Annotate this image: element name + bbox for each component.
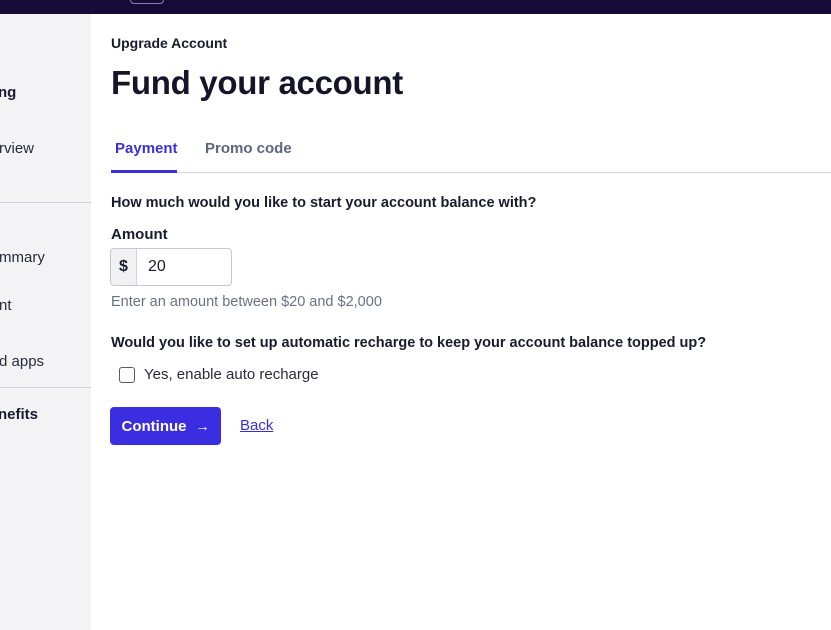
continue-button[interactable]: Continue → (110, 407, 221, 445)
tab-promo-code-label: Promo code (205, 140, 292, 157)
recharge-question: Would you like to set up automatic recha… (111, 335, 707, 351)
page-eyebrow: Upgrade Account (111, 35, 228, 51)
topbar-button[interactable] (130, 0, 164, 4)
arrow-right-icon: → (195, 418, 210, 434)
sidebar-divider (0, 387, 91, 388)
sidebar-item-overview[interactable]: rview (0, 140, 34, 157)
tab-payment[interactable]: Payment (115, 140, 178, 167)
tab-promo-code[interactable]: Promo code (205, 140, 292, 167)
amount-input-group: $ (110, 248, 232, 286)
page-title: Fund your account (111, 64, 403, 101)
sidebar-item-account[interactable]: nt (0, 297, 12, 314)
sidebar-item-benefits[interactable]: nefits (0, 406, 38, 423)
amount-label: Amount (111, 226, 168, 243)
sidebar-item-apps[interactable]: d apps (0, 353, 44, 370)
auto-recharge-row[interactable]: Yes, enable auto recharge (119, 366, 319, 383)
auto-recharge-checkbox[interactable] (119, 366, 135, 383)
continue-button-label: Continue (121, 417, 187, 435)
sidebar: ng rview mmary nt d apps nefits (0, 14, 91, 630)
auto-recharge-label[interactable]: Yes, enable auto recharge (144, 366, 319, 383)
sidebar-item-billing[interactable]: ng (0, 84, 16, 101)
back-link[interactable]: Back (240, 417, 273, 434)
currency-prefix: $ (111, 249, 137, 285)
active-tab-indicator (111, 170, 177, 173)
amount-hint: Enter an amount between $20 and $2,000 (111, 294, 382, 310)
amount-question: How much would you like to start your ac… (111, 195, 537, 211)
sidebar-item-summary[interactable]: mmary (0, 249, 45, 266)
tab-bar: Payment Promo code (111, 134, 831, 173)
top-navigation-bar (0, 0, 831, 14)
tab-payment-label: Payment (115, 140, 178, 157)
sidebar-divider (0, 202, 91, 203)
amount-input[interactable] (138, 249, 231, 285)
